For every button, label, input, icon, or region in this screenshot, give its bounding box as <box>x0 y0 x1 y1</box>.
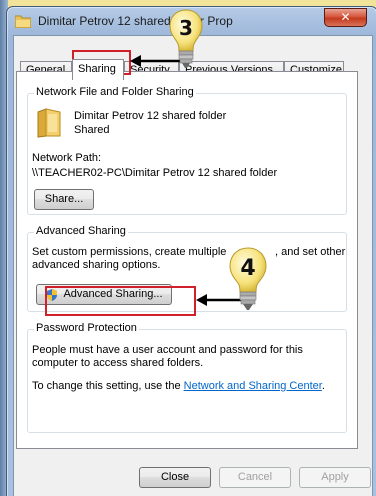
step-4-bulb-callout: 4 <box>228 246 268 316</box>
close-window-button[interactable]: ✕ <box>324 8 367 27</box>
password-line1: People must have a user account and pass… <box>32 344 303 356</box>
group-title: Password Protection <box>34 322 139 334</box>
password-line3: To change this setting, use the Network … <box>32 380 325 393</box>
step-3-bulb-callout: 3 <box>168 8 204 74</box>
network-path-label: Network Path: <box>32 152 102 164</box>
share-button-label: Share... <box>44 193 84 205</box>
step-3-number: 3 <box>179 16 193 40</box>
password-line3-prefix: To change this setting, use the <box>32 380 184 392</box>
step-4-number: 4 <box>240 256 256 281</box>
group-title: Network File and Folder Sharing <box>34 86 196 98</box>
advanced-desc-line1b: , and set other <box>275 246 346 258</box>
advanced-desc-line1: Set custom permissions, create multiple <box>32 246 227 258</box>
password-line2: computer to access shared folders. <box>32 357 204 369</box>
cancel-button[interactable]: Cancel <box>219 467 291 488</box>
advanced-desc-line2: advanced sharing options. <box>32 259 161 271</box>
close-button[interactable]: Close <box>139 467 211 488</box>
apply-button-label: Apply <box>321 471 349 483</box>
shared-folder-icon <box>37 108 61 138</box>
share-status: Shared <box>74 124 110 136</box>
folder-name: Dimitar Petrov 12 shared folder <box>74 110 227 122</box>
network-path-value: \\TEACHER02-PC\Dimitar Petrov 12 shared … <box>32 167 278 179</box>
password-protection-group: Password Protection People must have a u… <box>27 322 347 433</box>
password-line3-suffix: . <box>321 380 325 392</box>
share-button[interactable]: Share... <box>34 189 94 210</box>
close-icon: ✕ <box>340 10 351 24</box>
apply-button[interactable]: Apply <box>299 467 371 488</box>
sharing-panel: Network File and Folder Sharing Dimitar … <box>16 71 358 449</box>
advanced-button-highlight <box>45 286 196 316</box>
cancel-button-label: Cancel <box>237 471 273 483</box>
folder-icon <box>15 15 31 28</box>
group-title: Advanced Sharing <box>34 225 128 237</box>
network-sharing-center-link[interactable]: Network and Sharing Center <box>184 380 322 392</box>
tab-sharing[interactable]: Sharing <box>72 59 124 80</box>
tab-label: Sharing <box>78 63 116 75</box>
close-button-label: Close <box>160 471 190 483</box>
network-sharing-group: Network File and Folder Sharing Dimitar … <box>27 86 347 215</box>
